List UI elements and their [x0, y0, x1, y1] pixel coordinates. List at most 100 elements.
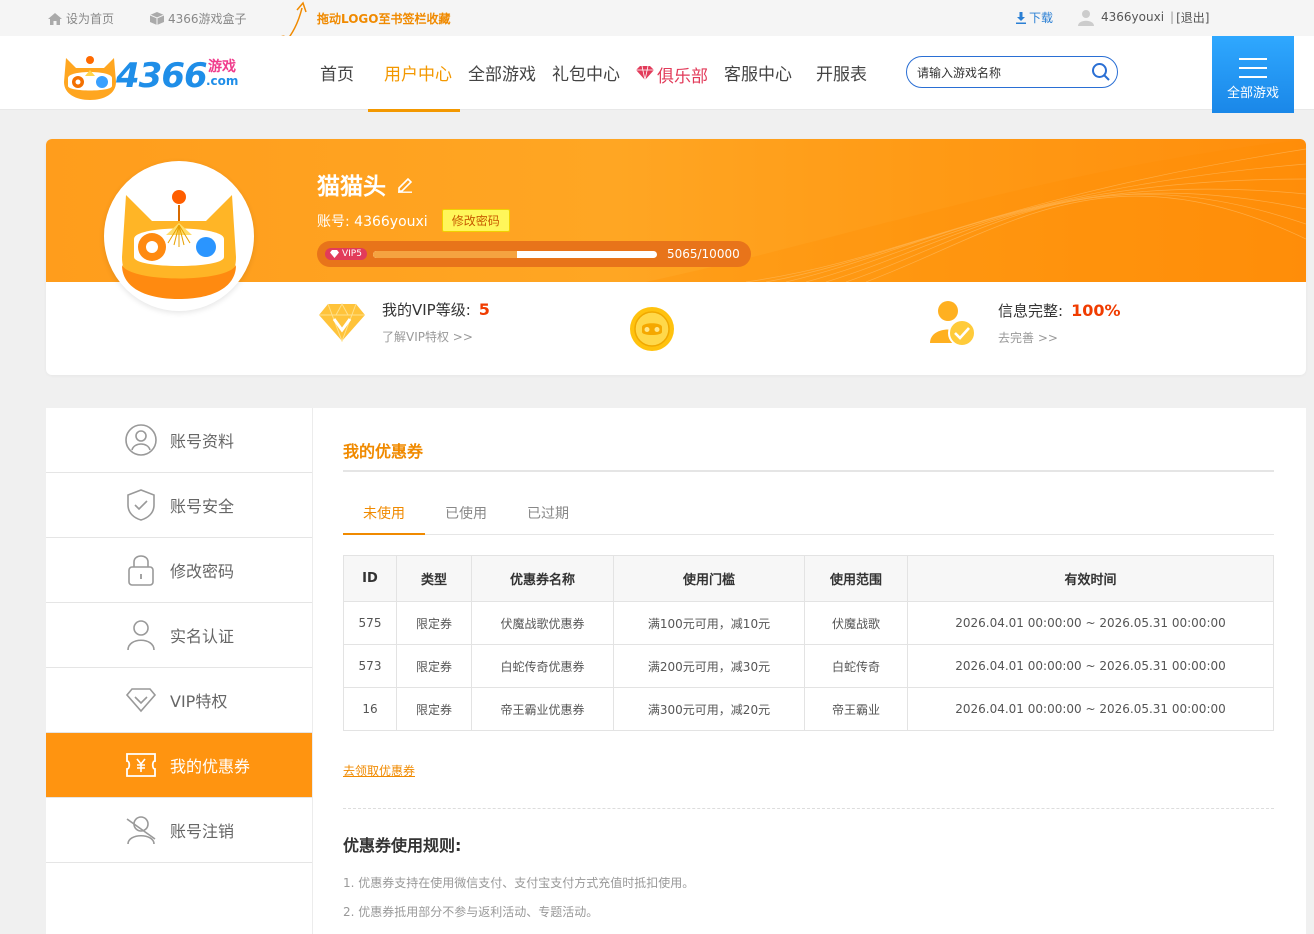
profile-card: 猫猫头 账号: 4366youxi 修改密码 VIP5 5065/10000 我…	[46, 139, 1306, 375]
cell-type: 限定券	[396, 687, 472, 731]
game-box-label: 4366游戏盒子	[168, 12, 247, 26]
tab-unused[interactable]: 未使用	[343, 498, 425, 535]
nav-server-schedule[interactable]: 开服表	[800, 36, 879, 110]
divider: |	[1170, 10, 1175, 24]
cell-scope: 白蛇传奇	[804, 644, 908, 688]
download-icon	[1016, 11, 1026, 24]
cell-threshold: 满200元可用，减30元	[613, 644, 805, 688]
coin-stat	[628, 305, 676, 353]
coupon-tabs: 未使用 已使用 已过期	[343, 498, 1274, 535]
vip-level-line: 我的VIP等级: 5	[382, 299, 490, 320]
sidebar-item-account-profile[interactable]: 账号资料	[46, 408, 312, 473]
site-logo[interactable]: 4366 游戏 .com	[60, 48, 240, 100]
all-games-button[interactable]: 全部游戏	[1212, 36, 1294, 113]
top-bar: 设为首页 4366游戏盒子 拖动LOGO至书签栏收藏 下载 4366youxi …	[0, 0, 1314, 67]
diamond-icon	[124, 683, 158, 717]
sidebar-item-cancel-account[interactable]: 账号注销	[46, 798, 312, 863]
coupon-icon	[124, 748, 158, 782]
sidebar-item-vip[interactable]: VIP特权	[46, 668, 312, 733]
sidebar-item-account-security[interactable]: 账号安全	[46, 473, 312, 538]
download-link[interactable]: 下载	[1016, 9, 1053, 26]
nav-user-center[interactable]: 用户中心	[368, 36, 460, 112]
nav-gift-center[interactable]: 礼包中心	[544, 36, 628, 110]
improve-info-link[interactable]: 去完善 >>	[998, 329, 1121, 346]
sidebar-item-label: 账号资料	[170, 432, 235, 451]
set-home-link[interactable]: 设为首页	[48, 10, 114, 27]
info-complete-line: 信息完整: 100%	[998, 300, 1121, 321]
site-header: 4366 游戏 .com 首页 用户中心 全部游戏 礼包中心 俱乐部 客服中心 …	[0, 36, 1314, 112]
vip-privilege-link[interactable]: 了解VIP特权 >>	[382, 328, 490, 345]
tab-expired[interactable]: 已过期	[507, 498, 589, 534]
cell-type: 限定券	[396, 601, 472, 645]
download-label: 下载	[1029, 11, 1054, 25]
coupon-panel: 我的优惠券 未使用 已使用 已过期 ID 类型 优惠券名称 使用门槛 使用范围 …	[313, 408, 1306, 934]
title-divider	[343, 470, 1274, 472]
nav-club-label: 俱乐部	[657, 66, 708, 87]
vip-level-value: 5	[478, 300, 490, 319]
main-nav: 首页 用户中心 全部游戏 礼包中心 俱乐部 客服中心 开服表	[308, 36, 879, 112]
drag-logo-tip: 拖动LOGO至书签栏收藏	[317, 12, 451, 26]
all-games-label: 全部游戏	[1226, 86, 1279, 101]
cell-scope: 伏魔战歌	[804, 601, 908, 645]
info-complete-label: 信息完整:	[998, 302, 1064, 320]
column-header: 有效时间	[907, 555, 1274, 602]
box-icon	[150, 12, 164, 25]
lock-icon	[124, 553, 158, 587]
cell-name: 白蛇传奇优惠券	[471, 644, 614, 688]
nav-service-center[interactable]: 客服中心	[716, 36, 800, 110]
game-box-link[interactable]: 4366游戏盒子	[150, 10, 247, 27]
cell-type: 限定券	[396, 644, 472, 688]
table-row: 573 限定券 白蛇传奇优惠券 满200元可用，减30元 白蛇传奇 2026.0…	[343, 644, 1274, 688]
user-info: 4366youxi | [退出]	[1077, 8, 1209, 26]
rules-title: 优惠券使用规则:	[343, 836, 462, 855]
cell-threshold: 满300元可用，减20元	[613, 687, 805, 731]
sidebar-item-label: 实名认证	[170, 627, 235, 646]
username[interactable]: 4366youxi	[1101, 10, 1164, 24]
column-header: ID	[343, 555, 397, 602]
account-label: 账号:	[317, 213, 350, 230]
table-row: 16 限定券 帝王霸业优惠券 满300元可用，减20元 帝王霸业 2026.04…	[343, 687, 1274, 731]
user-circle-icon	[124, 423, 158, 457]
cell-name: 伏魔战歌优惠券	[471, 601, 614, 645]
sidebar-item-my-coupons[interactable]: 我的优惠券	[46, 733, 312, 798]
tab-used[interactable]: 已使用	[425, 498, 507, 534]
user-cancel-icon	[124, 813, 158, 847]
user-verified-icon	[930, 301, 976, 347]
nav-home[interactable]: 首页	[308, 36, 366, 110]
cell-validity: 2026.04.01 00:00:00 ~ 2026.05.31 00:00:0…	[907, 601, 1274, 645]
sidebar-item-label: 账号安全	[170, 497, 235, 516]
logo-cat-icon	[64, 56, 116, 100]
cell-id: 573	[343, 644, 397, 688]
cat-avatar-icon	[108, 165, 250, 307]
menu-icon	[1239, 58, 1267, 78]
exp-fill	[372, 250, 517, 258]
cell-threshold: 满100元可用，减10元	[613, 601, 805, 645]
column-header: 类型	[396, 555, 472, 602]
nav-club[interactable]: 俱乐部	[628, 36, 716, 110]
shield-icon	[124, 488, 158, 522]
edit-pencil-icon[interactable]	[396, 175, 414, 193]
sidebar-item-real-name[interactable]: 实名认证	[46, 603, 312, 668]
exp-track	[372, 250, 657, 258]
sidebar-item-change-password[interactable]: 修改密码	[46, 538, 312, 603]
vip-gem-icon	[330, 250, 339, 258]
cell-name: 帝王霸业优惠券	[471, 687, 614, 731]
user-avatar[interactable]	[104, 161, 254, 311]
nav-all-games[interactable]: 全部游戏	[460, 36, 544, 110]
logout-link[interactable]: [退出]	[1176, 9, 1209, 26]
vip-badge: VIP5	[325, 248, 367, 260]
rule-item: 2. 优惠券抵用部分不参与返利活动、专题活动。	[343, 905, 599, 919]
game-search	[906, 56, 1118, 88]
change-password-button[interactable]: 修改密码	[441, 209, 510, 232]
account-value: 4366youxi	[354, 213, 428, 230]
cell-validity: 2026.04.01 00:00:00 ~ 2026.05.31 00:00:0…	[907, 687, 1274, 731]
page-title: 我的优惠券	[343, 442, 424, 461]
user-avatar-icon	[1078, 10, 1094, 26]
gold-coin-icon	[630, 307, 674, 351]
get-coupon-link[interactable]: 去领取优惠券	[343, 762, 415, 779]
vip-badge-label: VIP5	[342, 249, 362, 259]
search-icon[interactable]	[1091, 62, 1111, 82]
cell-id: 575	[343, 601, 397, 645]
cell-scope: 帝王霸业	[804, 687, 908, 731]
search-input[interactable]	[917, 63, 1087, 83]
